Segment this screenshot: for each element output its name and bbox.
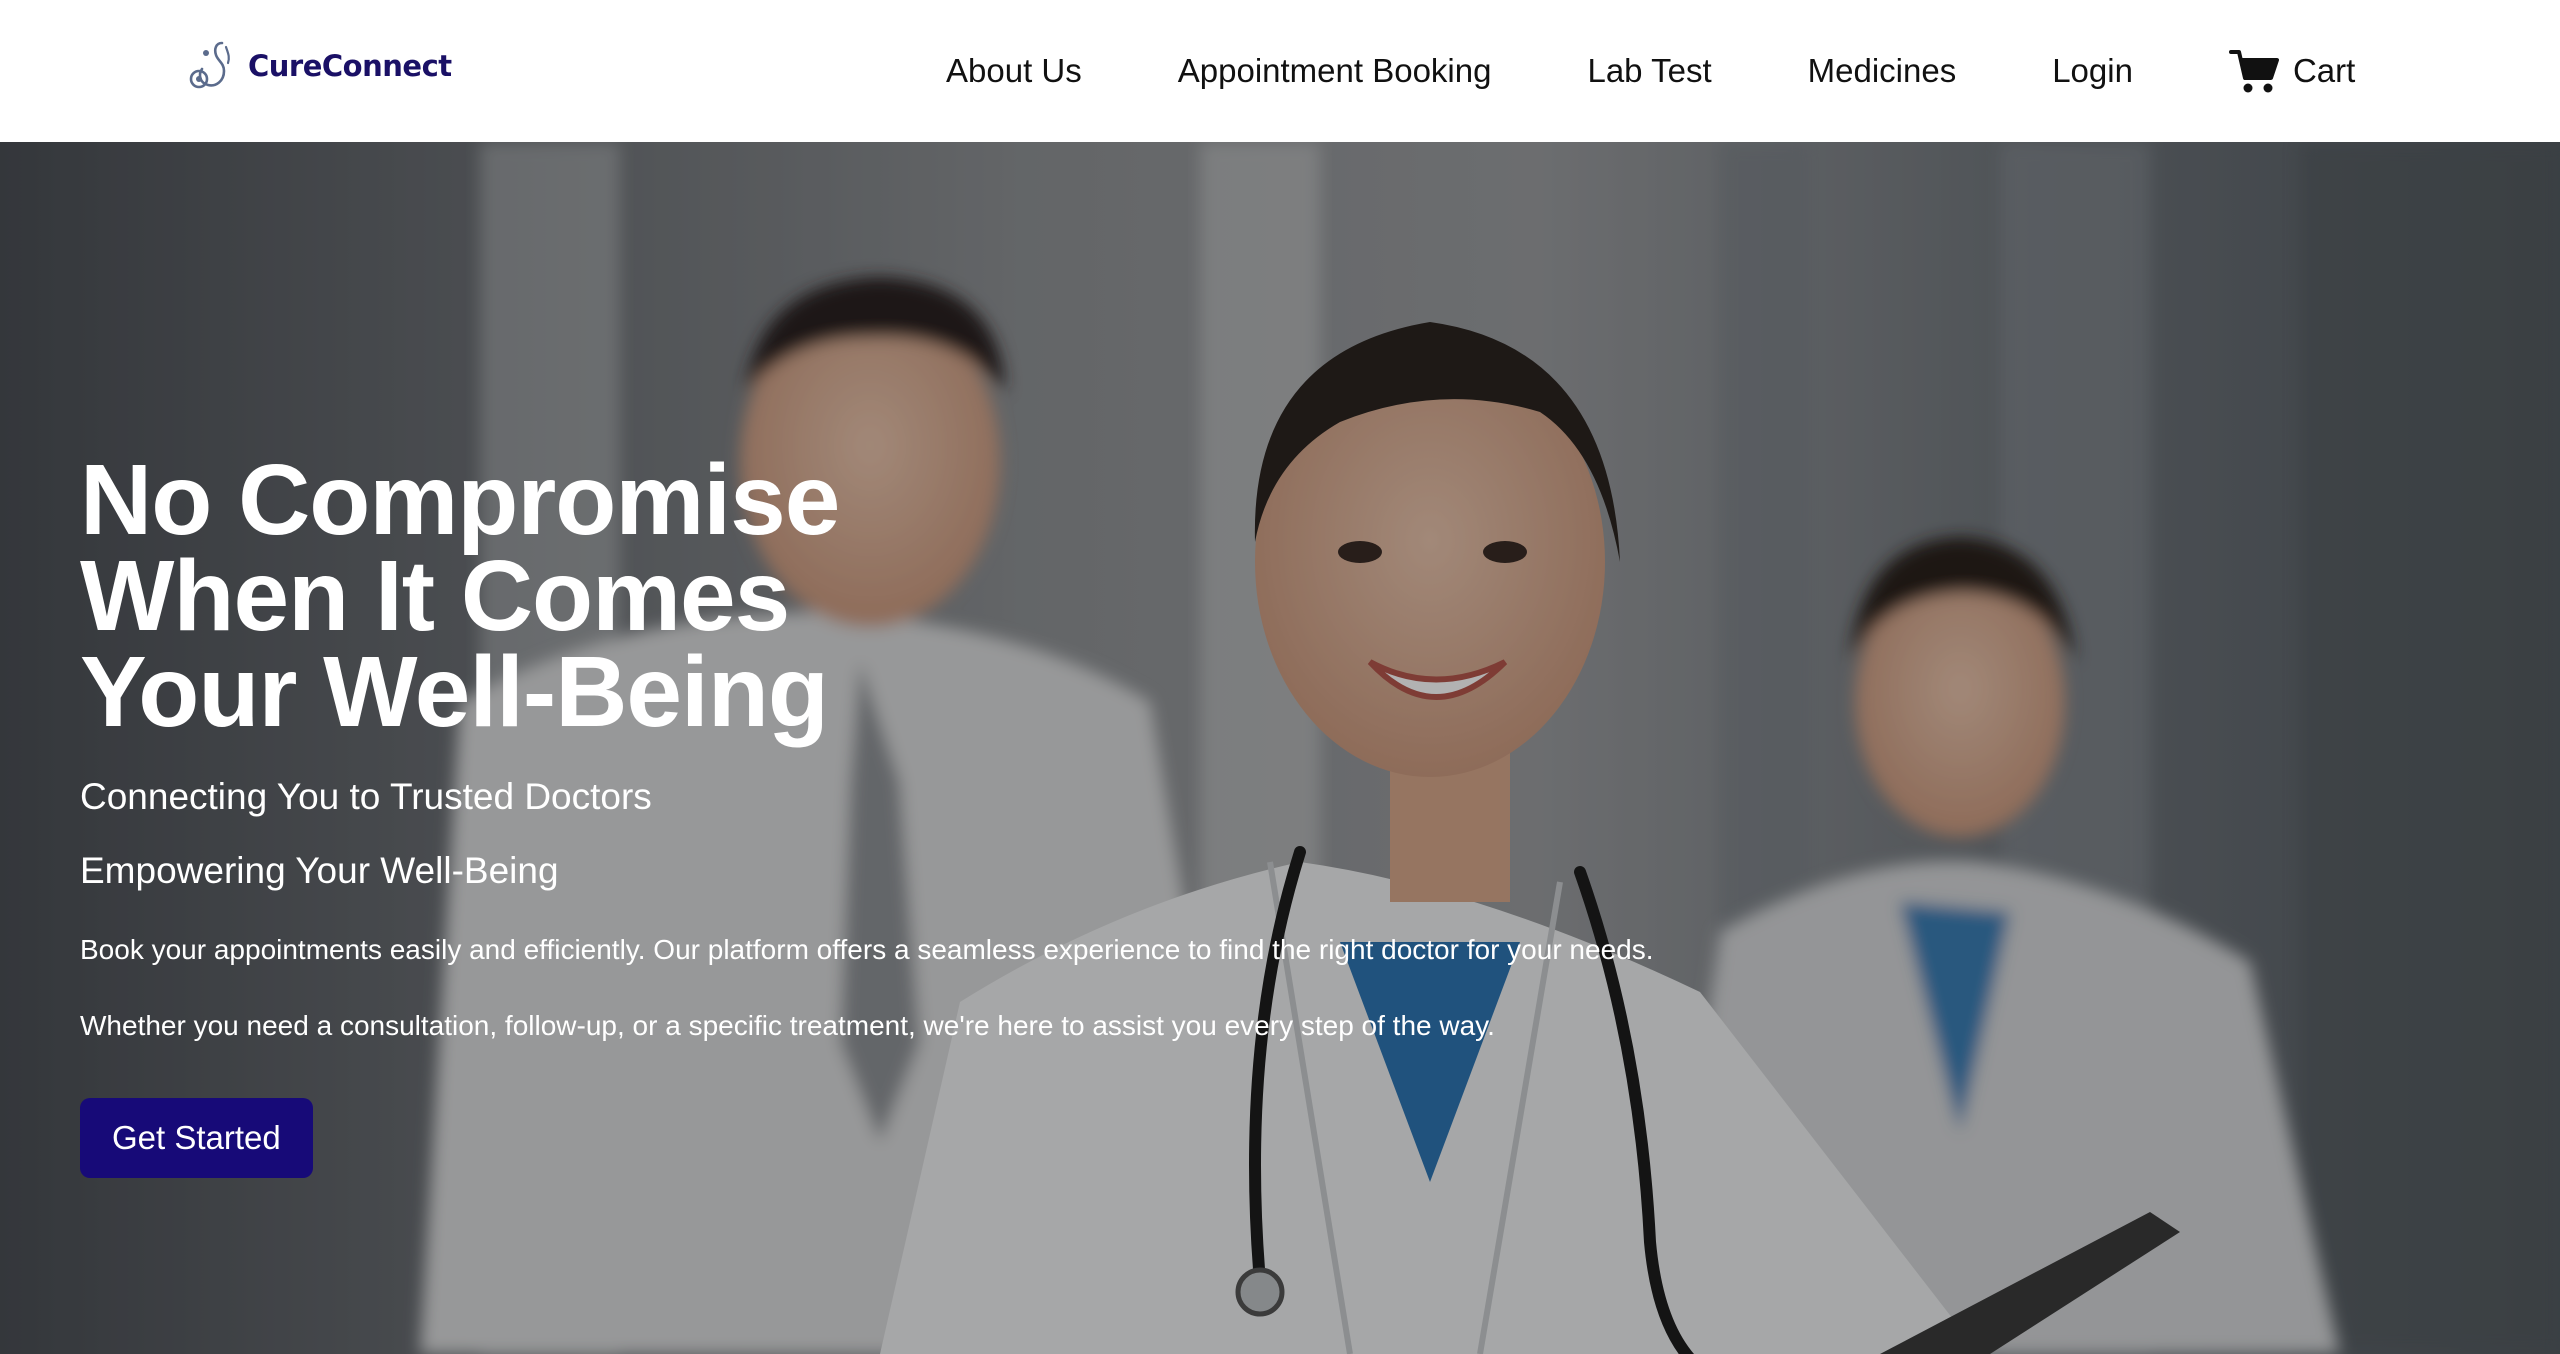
nav-appointment-booking[interactable]: Appointment Booking [1178, 52, 1492, 90]
nav-medicines[interactable]: Medicines [1808, 52, 1957, 90]
top-navbar: CureConnect About Us Appointment Booking… [0, 0, 2560, 142]
hero-subtitle-trusted-doctors: Connecting You to Trusted Doctors [80, 776, 652, 817]
brand-name: CureConnect [248, 49, 452, 83]
nav-login[interactable]: Login [2052, 52, 2133, 90]
nav-cart[interactable]: Cart [2228, 48, 2356, 94]
nav-lab-test[interactable]: Lab Test [1587, 52, 1711, 90]
cart-label: Cart [2292, 52, 2356, 89]
hero-subtitle-empowering: Empowering Your Well-Being [80, 850, 559, 891]
hero-description-assist: Whether you need a consultation, follow-… [80, 1010, 1495, 1041]
nav-about-us[interactable]: About Us [946, 52, 1082, 90]
hero-section: No Compromise When It Comes Your Well-Be… [0, 142, 2560, 1354]
get-started-button[interactable]: Get Started [80, 1098, 313, 1178]
cart-icon [2228, 50, 2279, 93]
brand-logo-link[interactable]: CureConnect [186, 38, 452, 94]
stethoscope-icon [189, 41, 230, 89]
hero-description-booking: Book your appointments easily and effici… [80, 934, 1654, 965]
hero-content: No Compromise When It Comes Your Well-Be… [80, 444, 1880, 1178]
hero-title: No Compromise When It Comes Your Well-Be… [80, 444, 840, 748]
main-nav: About Us Appointment Booking Lab Test Me… [946, 0, 2355, 142]
